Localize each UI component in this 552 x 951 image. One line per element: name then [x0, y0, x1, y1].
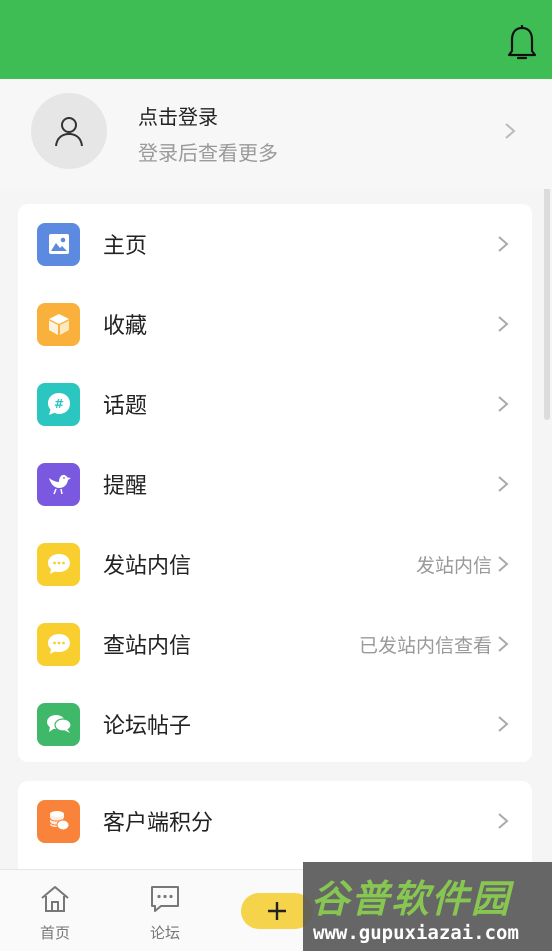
user-icon — [55, 117, 83, 147]
tab-home-label: 首页 — [39, 924, 70, 942]
menu-label: 主页 — [103, 234, 148, 259]
plus-icon — [268, 902, 286, 920]
chevron-right-icon — [498, 813, 509, 829]
menu-value: 发站内信 — [415, 554, 492, 577]
menu-item-reminders[interactable]: 提醒 — [18, 444, 532, 524]
login-profile[interactable]: 点击登录 登录后查看更多 — [0, 79, 552, 189]
chevron-right-icon — [498, 556, 509, 572]
box-icon — [37, 302, 80, 346]
bird-icon — [37, 462, 80, 506]
tab-forum[interactable]: 论坛 — [140, 884, 190, 943]
chevron-right-icon — [498, 636, 509, 652]
login-subtitle: 登录后查看更多 — [138, 141, 278, 165]
chevron-right-icon — [498, 316, 509, 332]
menu-item-view-messages[interactable]: 查站内信 已发站内信查看 — [18, 604, 532, 684]
menu-label: 查站内信 — [103, 634, 192, 659]
message-icon — [37, 542, 80, 586]
forum-icon — [151, 886, 179, 912]
chevron-right-icon — [498, 396, 509, 412]
watermark: 谷普软件园 www.gupuxiazai.com — [303, 862, 552, 951]
menu-label: 发站内信 — [103, 554, 192, 579]
top-bar — [0, 0, 552, 79]
menu-card: 主页 收藏 # 话题 提醒 发站内信 发站内信 查站内信 已发站内信查看 论坛帖… — [18, 204, 532, 762]
menu-label: 话题 — [103, 394, 148, 419]
menu-item-send-message[interactable]: 发站内信 发站内信 — [18, 524, 532, 604]
chevron-right-icon — [505, 123, 516, 139]
chat-bubbles-icon — [37, 702, 80, 746]
menu-label: 收藏 — [103, 314, 148, 339]
svg-text:#: # — [53, 397, 63, 411]
menu-item-points[interactable]: 客户端积分 — [18, 781, 532, 861]
menu-item-home[interactable]: 主页 — [18, 204, 532, 284]
chevron-right-icon — [498, 236, 509, 252]
image-icon — [37, 222, 80, 266]
menu-item-forum-posts[interactable]: 论坛帖子 — [18, 684, 532, 764]
avatar[interactable] — [31, 93, 107, 169]
tab-home[interactable]: 首页 — [30, 884, 80, 943]
menu-label: 提醒 — [103, 474, 148, 499]
tab-forum-label: 论坛 — [149, 924, 180, 942]
watermark-title: 谷普软件园 — [311, 877, 512, 921]
menu-label: 客户端积分 — [103, 811, 214, 836]
home-icon — [41, 886, 69, 912]
bell-icon[interactable] — [506, 24, 538, 62]
coins-icon — [37, 799, 80, 843]
hashtag-chat-icon: # — [37, 382, 80, 426]
menu-item-favorites[interactable]: 收藏 — [18, 284, 532, 364]
chevron-right-icon — [498, 716, 509, 732]
menu-value: 已发站内信查看 — [358, 634, 492, 657]
chevron-right-icon — [498, 476, 509, 492]
menu-item-topics[interactable]: # 话题 — [18, 364, 532, 444]
menu-label: 论坛帖子 — [103, 714, 192, 739]
watermark-url: www.gupuxiazai.com — [313, 922, 519, 944]
message-icon — [37, 622, 80, 666]
login-title[interactable]: 点击登录 — [138, 101, 218, 130]
